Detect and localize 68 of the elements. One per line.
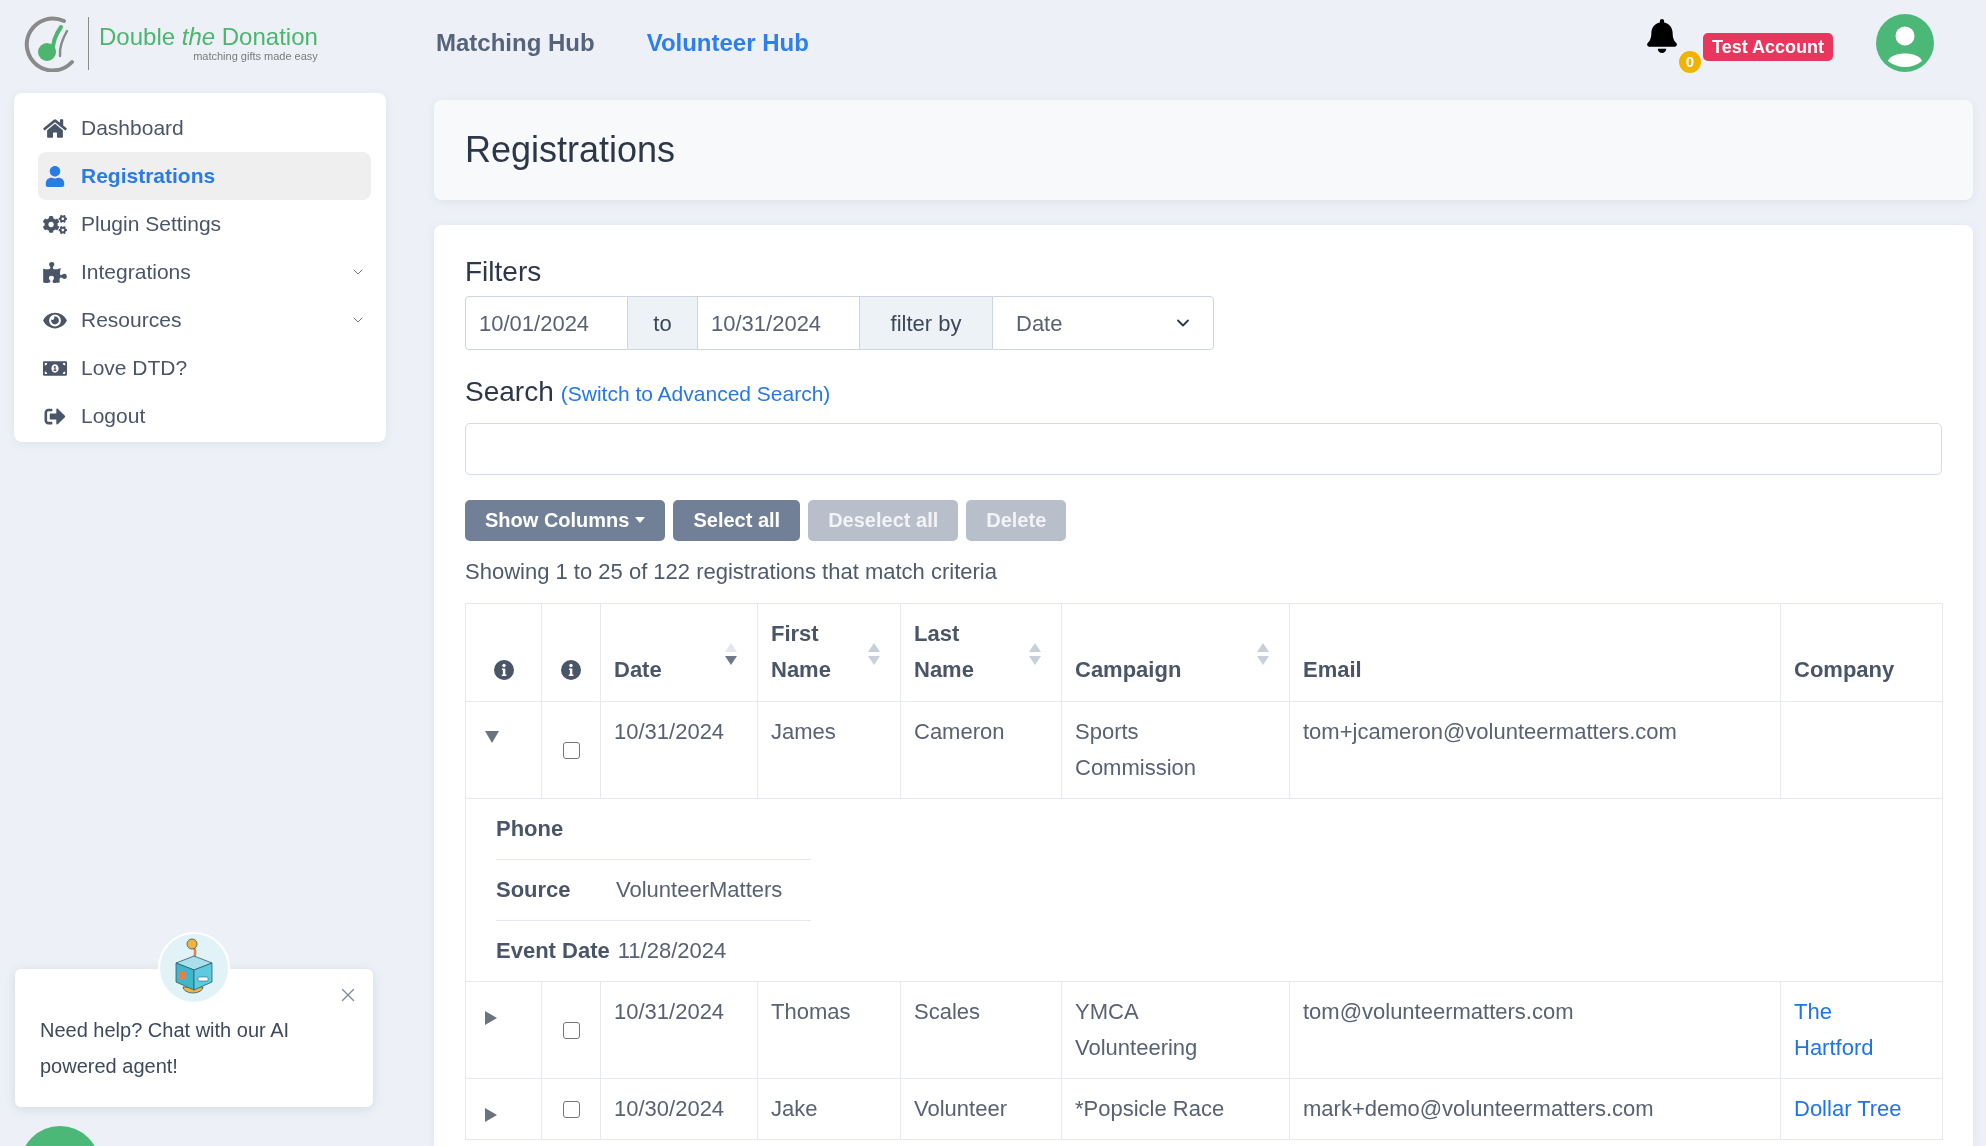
row-checkbox[interactable] [562, 741, 580, 759]
caret-right-icon[interactable] [485, 1107, 497, 1122]
detail-label: Phone [496, 814, 565, 843]
input-group-label: filter by [860, 296, 992, 350]
column-header[interactable]: Campaign [1075, 651, 1182, 688]
table-cell: 10/30/2024 [600, 1078, 758, 1139]
user-icon [43, 165, 67, 187]
action-button[interactable]: Select all [673, 499, 801, 541]
table-cell: *Popsicle Race [1061, 1078, 1290, 1139]
section-title: Filters [465, 255, 543, 289]
page-title: Registrations [465, 128, 676, 172]
table-cell: 10/31/2024 [600, 701, 758, 798]
logo-tagline: matching gifts made easy [193, 50, 318, 62]
column-header: Company [1794, 655, 1895, 684]
table-cell: James [757, 701, 901, 798]
account-badge: Test Account [1703, 33, 1833, 61]
table-cell: Jake [757, 1078, 901, 1139]
table-cell: 10/31/2024 [600, 981, 758, 1078]
detail-label: Event Date [496, 936, 610, 965]
date-field[interactable]: 10/31/2024 [697, 296, 860, 350]
column-header[interactable]: Date [614, 651, 662, 688]
caret-right-icon[interactable] [485, 1010, 497, 1025]
gears-icon [43, 213, 67, 235]
sidebar-item[interactable]: Love DTD? [38, 344, 371, 392]
column-header: Email [1303, 655, 1362, 684]
sidebar-item[interactable]: Dashboard [38, 104, 371, 152]
sidebar-item[interactable]: Resources [38, 296, 371, 344]
results-summary: Showing 1 to 25 of 122 registrations that match criteria [465, 557, 998, 586]
table-cell: Cameron [900, 701, 1062, 798]
table-cell: Scales [900, 981, 1062, 1078]
search-field[interactable] [465, 422, 1942, 475]
table-cell: Sports Commission [1061, 701, 1290, 798]
detail-label: Source [496, 875, 572, 904]
table-cell: tom@volunteermatters.com [1289, 981, 1781, 1078]
date-field[interactable]: 10/01/2024 [465, 296, 628, 350]
house-icon [43, 117, 67, 139]
user-avatar-icon[interactable] [1876, 14, 1934, 72]
robot-icon [158, 932, 230, 1004]
sidebar-item[interactable]: Integrations [38, 248, 371, 296]
bell-icon[interactable] [1645, 19, 1679, 53]
section-title: Search [465, 375, 554, 409]
nav-tab[interactable]: Volunteer Hub [646, 25, 809, 61]
nav-tab[interactable]: Matching Hub [436, 25, 595, 61]
puzzle-piece-icon [43, 261, 67, 283]
advanced-search-link[interactable]: (Switch to Advanced Search) [560, 378, 831, 410]
row-checkbox[interactable] [562, 1100, 580, 1118]
select-field[interactable]: Date [992, 296, 1214, 350]
table-cell: tom+jcameron@volunteermatters.com [1289, 701, 1781, 798]
table-cell: mark+demo@volunteermatters.com [1289, 1078, 1781, 1139]
action-button[interactable]: Show Columns [465, 499, 666, 541]
table-cell: Thomas [757, 981, 901, 1078]
notification-badge: 0 [1679, 51, 1701, 73]
sidebar-item[interactable]: Registrations [38, 152, 371, 200]
sort-icon[interactable] [725, 642, 737, 665]
input-group-label: to [628, 296, 697, 350]
detail-value: 11/28/2024 [617, 936, 727, 965]
chat-message: Need help? Chat with our AI powered agent! [40, 1018, 291, 1079]
info-icon [493, 659, 514, 680]
sidebar-item[interactable]: Logout [38, 392, 371, 440]
table-cell: YMCA Volunteering [1061, 981, 1290, 1078]
sidebar-item[interactable]: Plugin Settings [38, 200, 371, 248]
info-icon [561, 659, 581, 680]
table-cell: Volunteer [900, 1078, 1062, 1139]
logo-wordmark: Double the Donation [99, 24, 318, 50]
caret-icon [635, 517, 646, 523]
caret-down-icon[interactable] [485, 730, 499, 743]
row-checkbox[interactable] [562, 1021, 580, 1039]
detail-value: VolunteerMatters [616, 875, 783, 904]
